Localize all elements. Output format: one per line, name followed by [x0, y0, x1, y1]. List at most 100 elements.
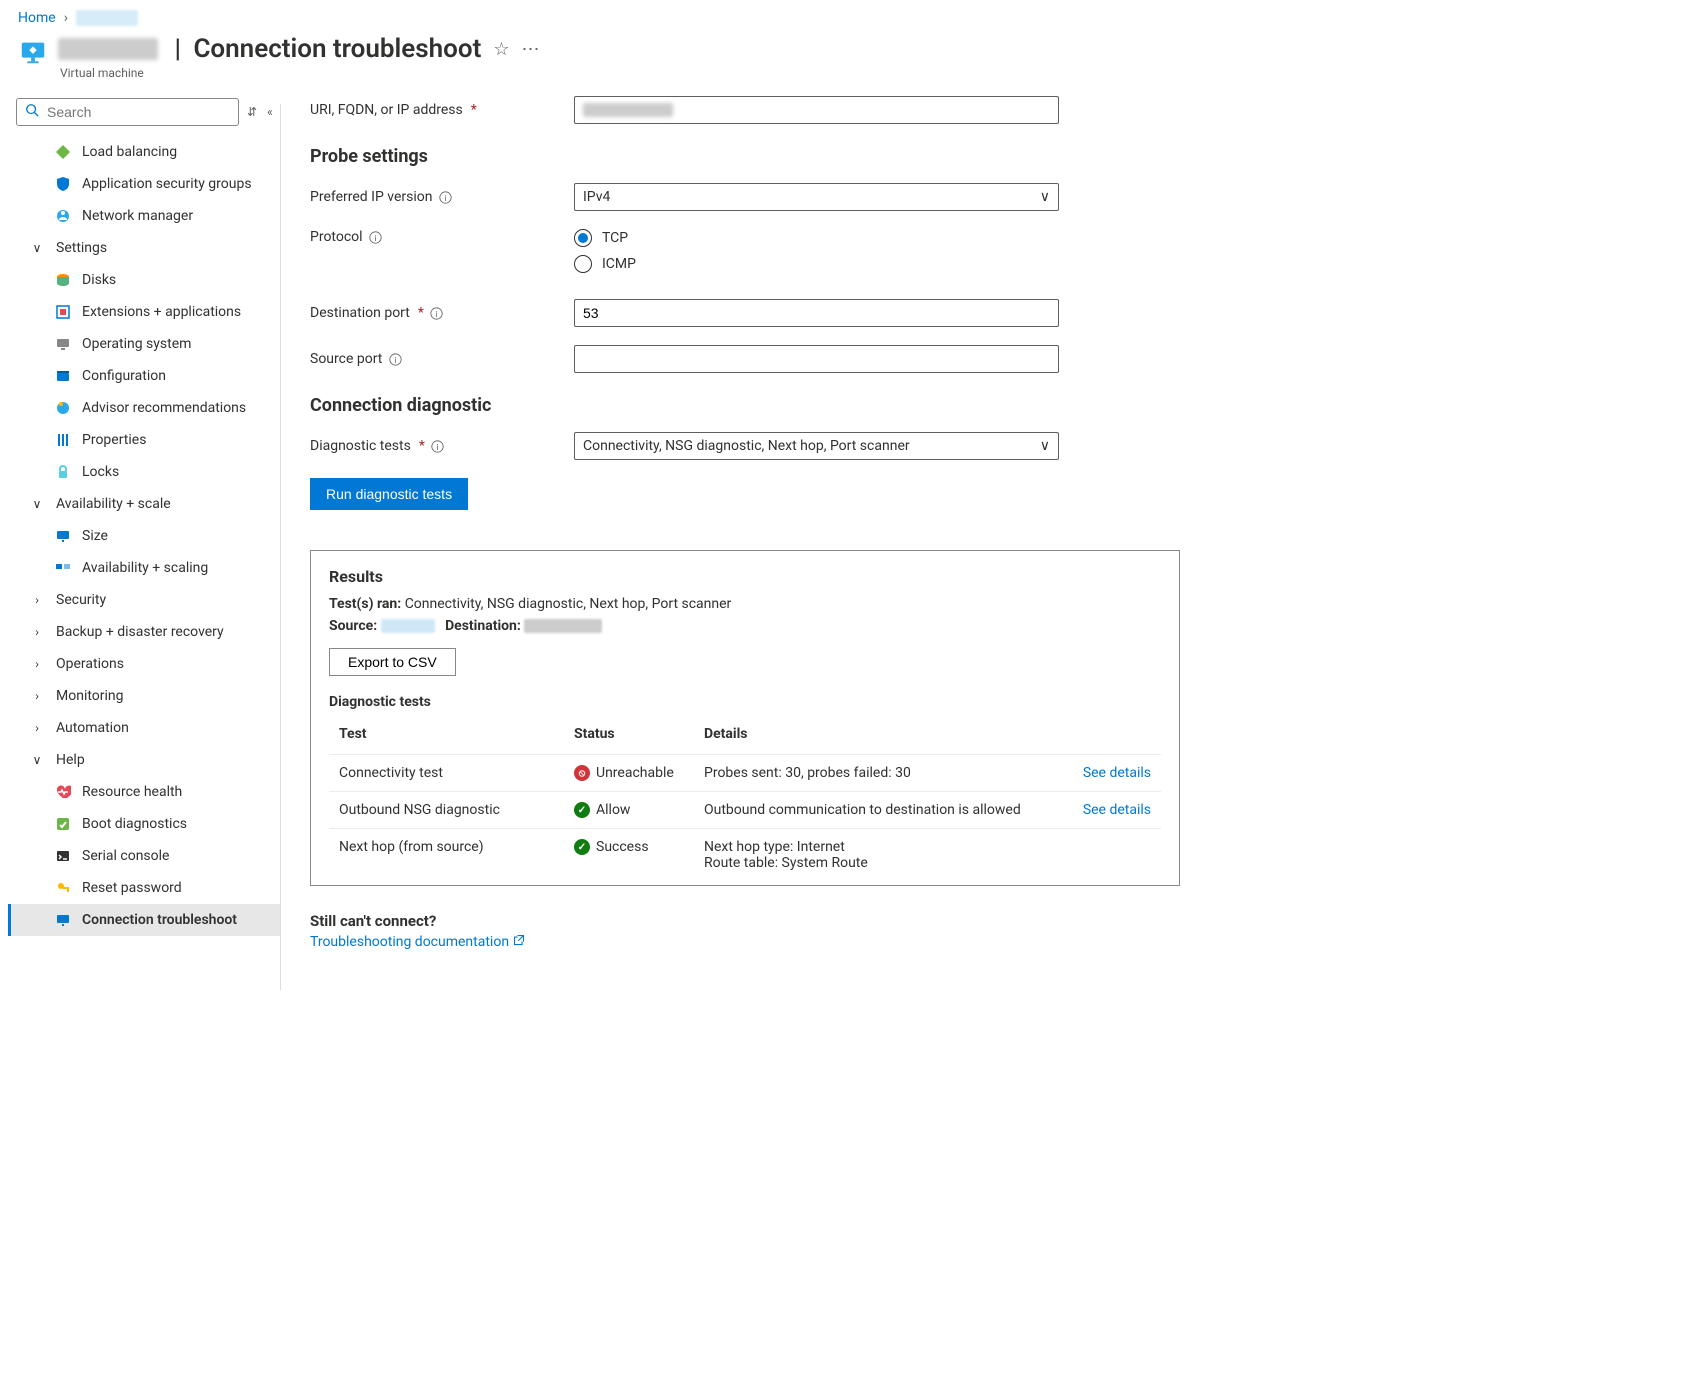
radio-icon	[574, 229, 592, 247]
diag-table: Test Status Details Connectivity test⦸Un…	[329, 716, 1161, 881]
disks-icon	[54, 271, 72, 289]
dport-label: Destination port* i	[310, 305, 574, 321]
status-badge: ✓Allow	[574, 802, 684, 818]
run-diagnostic-button[interactable]: Run diagnostic tests	[310, 478, 468, 510]
sidebar-item-avail-scaling[interactable]: Availability + scaling	[8, 552, 280, 584]
sidebar-item-connection-troubleshoot[interactable]: Connection troubleshoot	[8, 904, 280, 936]
sidebar-item-boot-diag[interactable]: Boot diagnostics	[8, 808, 280, 840]
chevron-down-icon: ∨	[1040, 189, 1050, 205]
console-icon	[54, 847, 72, 865]
diag-tests-subheading: Diagnostic tests	[329, 694, 1161, 710]
sidebar-item-os[interactable]: Operating system	[8, 328, 280, 360]
search-input[interactable]	[45, 103, 230, 121]
sidebar-section-backup[interactable]: ›Backup + disaster recovery	[8, 616, 280, 648]
tests-ran-label: Test(s) ran:	[329, 596, 401, 612]
tests-select[interactable]: Connectivity, NSG diagnostic, Next hop, …	[574, 432, 1059, 460]
info-icon[interactable]: i	[430, 306, 444, 320]
table-row: Next hop (from source)✓SuccessNext hop t…	[329, 829, 1161, 882]
sidebar-item-configuration[interactable]: Configuration	[8, 360, 280, 392]
sidebar-section-monitoring[interactable]: ›Monitoring	[8, 680, 280, 712]
sort-icon[interactable]: ⇵	[245, 103, 259, 121]
sidebar-section-operations[interactable]: ›Operations	[8, 648, 280, 680]
chevron-down-icon: ∨	[30, 497, 44, 511]
sidebar-item-serial-console[interactable]: Serial console	[8, 840, 280, 872]
sidebar-item-locks[interactable]: Locks	[8, 456, 280, 488]
sidebar-item-reset-password[interactable]: Reset password	[8, 872, 280, 904]
chevron-right-icon: ›	[64, 10, 68, 26]
os-icon	[54, 335, 72, 353]
tests-ran-value: Connectivity, NSG diagnostic, Next hop, …	[405, 596, 732, 612]
breadcrumb: Home ›	[0, 0, 1685, 34]
results-heading: Results	[329, 567, 1161, 586]
status-icon: ⦸	[574, 765, 590, 781]
sidebar-item-resource-health[interactable]: Resource health	[8, 776, 280, 808]
svg-text:i: i	[437, 441, 439, 451]
collapse-sidebar-icon[interactable]: «	[265, 103, 275, 121]
chevron-down-icon: ∨	[30, 241, 44, 255]
dest-label: Destination:	[445, 618, 521, 634]
details-text: Next hop type: InternetRoute table: Syst…	[694, 829, 1071, 882]
advisor-icon	[54, 399, 72, 417]
details-text: Outbound communication to destination is…	[694, 792, 1071, 829]
sidebar-item-network-manager[interactable]: Network manager	[8, 200, 280, 232]
sidebar-section-settings[interactable]: ∨ Settings	[8, 232, 280, 264]
diagnostic-heading: Connection diagnostic	[310, 395, 1665, 416]
size-icon	[54, 527, 72, 545]
radio-icon	[574, 255, 592, 273]
properties-icon	[54, 431, 72, 449]
dport-input[interactable]	[574, 299, 1059, 327]
sidebar-section-availability[interactable]: ∨ Availability + scale	[8, 488, 280, 520]
sidebar-item-properties[interactable]: Properties	[8, 424, 280, 456]
footer-link[interactable]: Troubleshooting documentation	[310, 934, 1665, 950]
key-icon	[54, 879, 72, 897]
info-icon[interactable]: i	[369, 230, 383, 244]
configuration-icon	[54, 367, 72, 385]
tests-label: Diagnostic tests* i	[310, 438, 574, 454]
sport-input[interactable]	[574, 345, 1059, 373]
sidebar-item-extensions[interactable]: Extensions + applications	[8, 296, 280, 328]
sidebar-item-asg[interactable]: Application security groups	[8, 168, 280, 200]
main-content: URI, FQDN, or IP address* Probe settings…	[280, 86, 1685, 990]
sidebar-section-security[interactable]: ›Security	[8, 584, 280, 616]
protocol-radio-icmp[interactable]: ICMP	[574, 255, 1059, 273]
footer-question: Still can't connect?	[310, 912, 1665, 930]
breadcrumb-current[interactable]	[76, 10, 138, 26]
sidebar-item-disks[interactable]: Disks	[8, 264, 280, 296]
scaling-icon	[54, 559, 72, 577]
col-test: Test	[329, 716, 564, 755]
sidebar-section-help[interactable]: ∨ Help	[8, 744, 280, 776]
sidebar-section-automation[interactable]: ›Automation	[8, 712, 280, 744]
see-details-link[interactable]: See details	[1071, 792, 1161, 829]
see-details-link[interactable]: See details	[1071, 755, 1161, 792]
svg-text:i: i	[436, 308, 438, 318]
info-icon[interactable]: i	[388, 352, 402, 366]
breadcrumb-home[interactable]: Home	[18, 10, 56, 26]
sidebar-item-load-balancing[interactable]: Load balancing	[8, 136, 280, 168]
chevron-right-icon: ›	[30, 657, 44, 671]
info-icon[interactable]: i	[431, 439, 445, 453]
chevron-right-icon: ›	[30, 721, 44, 735]
table-row: Connectivity test⦸UnreachableProbes sent…	[329, 755, 1161, 792]
vm-icon	[18, 37, 48, 67]
see-details-link	[1071, 829, 1161, 882]
sidebar-item-size[interactable]: Size	[8, 520, 280, 552]
page-header: | Connection troubleshoot ☆ ⋯ Virtual ma…	[0, 34, 1685, 86]
sidebar-search[interactable]	[16, 98, 239, 126]
ipversion-select[interactable]: IPv4 ∨	[574, 183, 1059, 211]
probe-settings-heading: Probe settings	[310, 146, 1665, 167]
extensions-icon	[54, 303, 72, 321]
source-label: Source:	[329, 618, 377, 634]
troubleshoot-icon	[54, 911, 72, 929]
table-row: Outbound NSG diagnostic✓AllowOutbound co…	[329, 792, 1161, 829]
export-csv-button[interactable]: Export to CSV	[329, 648, 456, 676]
sidebar-item-advisor[interactable]: Advisor recommendations	[8, 392, 280, 424]
test-name: Next hop (from source)	[329, 829, 564, 882]
network-manager-icon	[54, 207, 72, 225]
info-icon[interactable]: i	[438, 190, 452, 204]
uri-input[interactable]	[574, 96, 1059, 124]
page-title: | Connection troubleshoot	[58, 34, 481, 64]
favorite-icon[interactable]: ☆	[493, 39, 509, 60]
protocol-radio-tcp[interactable]: TCP	[574, 229, 1059, 247]
svg-text:i: i	[375, 232, 377, 242]
more-icon[interactable]: ⋯	[521, 39, 539, 60]
